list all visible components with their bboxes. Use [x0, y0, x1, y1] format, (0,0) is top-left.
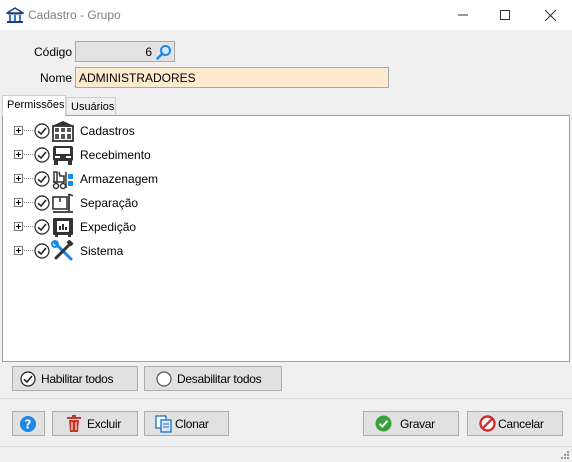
tab-usuarios[interactable]: Usuários [66, 97, 116, 116]
tree-item-label: Cadastros [80, 124, 135, 138]
nome-field[interactable]: ADMINISTRADORES [75, 67, 389, 88]
trash-icon [67, 414, 81, 432]
expand-icon[interactable] [14, 174, 23, 183]
window-title: Cadastro - Grupo [28, 8, 121, 22]
checked-circle-icon[interactable] [34, 195, 50, 211]
codigo-value: 6 [145, 45, 152, 59]
delete-label: Excluir [87, 416, 121, 431]
enable-all-label: Habilitar todos [41, 371, 114, 386]
cancel-button[interactable]: Cancelar [467, 411, 563, 436]
check-circle-icon [375, 415, 391, 432]
expand-icon[interactable] [14, 246, 23, 255]
checked-circle-icon[interactable] [34, 219, 50, 235]
cancel-label: Cancelar [498, 416, 544, 431]
close-button[interactable] [527, 0, 572, 30]
close-icon [544, 9, 556, 21]
disable-all-button[interactable]: Desabilitar todos [144, 366, 282, 391]
nome-label: Nome [40, 71, 73, 85]
shelves-icon [52, 121, 74, 142]
cancel-icon [478, 415, 496, 432]
save-label: Gravar [400, 416, 435, 431]
tree-item-label: Separação [80, 196, 139, 210]
delete-button[interactable]: Excluir [52, 411, 138, 436]
truck-icon [53, 146, 73, 165]
expand-icon[interactable] [14, 198, 23, 207]
tree-item-sistema[interactable]: Sistema [3, 239, 403, 263]
shipping-box-icon [53, 218, 73, 237]
save-button[interactable]: Gravar [363, 411, 459, 436]
expand-icon[interactable] [14, 150, 23, 159]
checked-circle-icon[interactable] [34, 123, 50, 139]
checked-circle-icon [20, 370, 36, 387]
checked-circle-icon[interactable] [34, 147, 50, 163]
tree-item-armazenagem[interactable]: Armazenagem [3, 167, 403, 191]
tree-item-expedicao[interactable]: Expedição [3, 215, 403, 239]
tree-item-separacao[interactable]: Separação [3, 191, 403, 215]
permissions-tree[interactable]: Cadastros Recebimento Armazenagem Separa… [2, 115, 570, 362]
copy-icon [155, 414, 172, 433]
clone-label: Clonar [175, 416, 209, 431]
picking-box-icon [52, 193, 74, 213]
checked-circle-icon[interactable] [34, 243, 50, 259]
tree-item-recebimento[interactable]: Recebimento [3, 143, 403, 167]
expand-icon[interactable] [14, 222, 23, 231]
enable-all-button[interactable]: Habilitar todos [12, 366, 138, 391]
maximize-icon [500, 10, 510, 20]
tree-item-label: Expedição [80, 220, 137, 234]
minimize-icon [458, 14, 468, 16]
expand-icon[interactable] [14, 126, 23, 135]
checked-circle-icon[interactable] [34, 171, 50, 187]
tab-permissoes[interactable]: Permissões [2, 95, 66, 116]
help-button[interactable]: ? [12, 411, 45, 436]
title-bar: Cadastro - Grupo [0, 0, 572, 30]
tree-item-label: Sistema [80, 244, 124, 258]
help-icon: ? [20, 415, 36, 432]
tools-icon [51, 240, 74, 261]
search-icon[interactable] [156, 44, 172, 60]
tree-item-label: Recebimento [80, 148, 151, 162]
clone-button[interactable]: Clonar [144, 411, 229, 436]
maximize-button[interactable] [482, 0, 528, 30]
disable-all-label: Desabilitar todos [177, 371, 262, 386]
tree-item-label: Armazenagem [80, 172, 159, 186]
codigo-label: Código [34, 45, 73, 59]
tree-item-cadastros[interactable]: Cadastros [3, 119, 403, 143]
status-bar [0, 446, 572, 462]
minimize-button[interactable] [440, 0, 486, 30]
separator [0, 398, 572, 399]
bank-building-icon [6, 7, 24, 23]
svg-text:?: ? [25, 417, 32, 431]
empty-circle-icon [156, 370, 172, 387]
codigo-field[interactable]: 6 [75, 41, 175, 62]
forklift-icon [52, 171, 73, 190]
resize-grip-icon[interactable] [560, 450, 570, 460]
